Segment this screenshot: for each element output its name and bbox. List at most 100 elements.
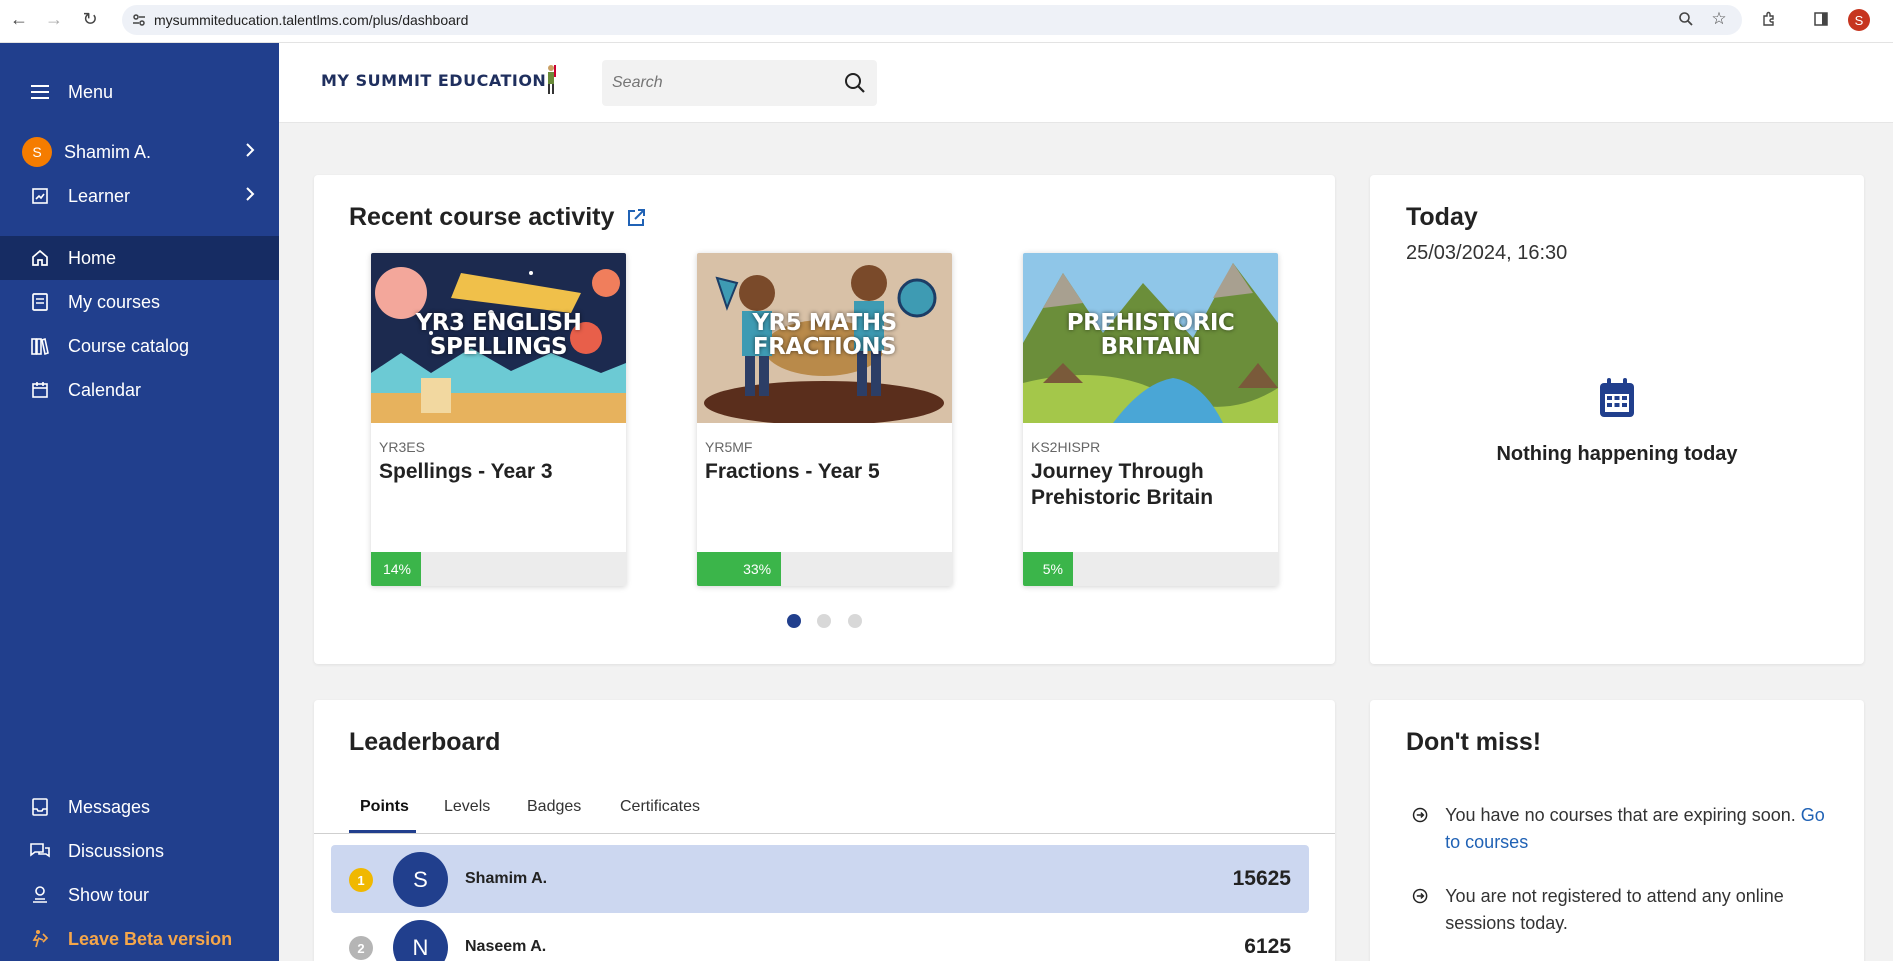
leaderboard-row[interactable]: 1 S Shamim A. 15625 xyxy=(331,845,1309,913)
leaderboard-name: Shamim A. xyxy=(465,870,548,887)
sidebar-item-label: My courses xyxy=(68,291,161,312)
sidebar-item-home[interactable]: Home xyxy=(0,236,279,280)
sidebar-item-course-catalog[interactable]: Course catalog xyxy=(0,324,279,368)
course-card[interactable]: YR5 MATHS FRACTIONS YR5MF Fractions - Ye… xyxy=(697,253,952,586)
sidebar-item-label: Course catalog xyxy=(68,335,190,356)
user-avatar: S xyxy=(22,137,52,167)
course-thumbnail-title: PREHISTORIC BRITAIN xyxy=(1066,310,1235,360)
sidebar-item-label: Leave Beta version xyxy=(68,928,233,949)
role-switcher[interactable]: Learner xyxy=(0,174,279,218)
chevron-right-icon xyxy=(246,143,255,157)
arrow-circle-icon xyxy=(1412,888,1428,904)
today-title: Today xyxy=(1406,203,1478,231)
tab-certificates[interactable]: Certificates xyxy=(620,798,700,816)
carousel-dot[interactable] xyxy=(817,614,831,628)
arrow-circle-icon xyxy=(1412,807,1428,823)
course-thumbnail-title: YR5 MATHS FRACTIONS xyxy=(752,310,897,360)
course-progress-fill: 14% xyxy=(371,552,421,586)
site-settings-icon[interactable] xyxy=(132,13,146,27)
course-code: YR5MF xyxy=(705,439,753,455)
leaderboard-points: 6125 xyxy=(1244,935,1291,958)
course-progress-fill: 5% xyxy=(1023,552,1073,586)
leaderboard-row[interactable]: 2 N Naseem A. 6125 xyxy=(331,913,1309,961)
role-label: Learner xyxy=(68,185,131,206)
library-icon xyxy=(29,335,51,357)
chevron-right-icon xyxy=(246,187,255,201)
menu-label: Menu xyxy=(68,81,114,102)
course-thumbnail-title: YR3 ENGLISH SPELLINGS xyxy=(415,310,582,360)
course-code: YR3ES xyxy=(379,439,425,455)
carousel-dot[interactable] xyxy=(787,614,801,628)
sidebar-item-discussions[interactable]: Discussions xyxy=(0,829,279,873)
book-icon xyxy=(29,291,51,313)
course-progress-bar: 14% xyxy=(371,552,626,586)
dont-miss-text: You are not registered to attend any onl… xyxy=(1445,886,1784,933)
browser-toolbar: ← → ↻ mysummiteducation.talentlms.com/pl… xyxy=(0,0,1893,43)
home-icon xyxy=(29,247,51,269)
top-header: MY SUMMIT EDUCATION xyxy=(279,43,1893,123)
search-box xyxy=(602,60,877,106)
avatar: S xyxy=(393,852,448,907)
course-name[interactable]: Journey Through Prehistoric Britain xyxy=(1031,459,1271,511)
dont-miss-item: You have no courses that are expiring so… xyxy=(1411,802,1831,856)
leaderboard-name: Naseem A. xyxy=(465,938,547,955)
url-text: mysummiteducation.talentlms.com/plus/das… xyxy=(154,12,469,28)
inbox-icon xyxy=(29,796,51,818)
exit-beta-icon xyxy=(29,928,51,950)
sidebar-item-my-courses[interactable]: My courses xyxy=(0,280,279,324)
brand-logo[interactable]: MY SUMMIT EDUCATION xyxy=(321,71,546,90)
tab-points[interactable]: Points xyxy=(360,798,409,816)
user-menu[interactable]: S Shamim A. xyxy=(0,130,279,174)
address-bar[interactable]: mysummiteducation.talentlms.com/plus/das… xyxy=(122,5,1742,35)
tab-badges[interactable]: Badges xyxy=(527,798,581,816)
carousel-dot[interactable] xyxy=(848,614,862,628)
course-progress-fill: 33% xyxy=(697,552,782,586)
tab-levels[interactable]: Levels xyxy=(444,798,490,816)
rank-badge: 2 xyxy=(349,936,373,960)
sidebar-item-label: Discussions xyxy=(68,840,165,861)
external-link-icon[interactable] xyxy=(626,208,646,228)
sidebar-item-label: Home xyxy=(68,247,117,268)
sidebar: Menu S Shamim A. Learner Home My courses… xyxy=(0,43,279,961)
menu-toggle[interactable]: Menu xyxy=(0,70,279,114)
sidebar-item-show-tour[interactable]: Show tour xyxy=(0,873,279,917)
tour-icon xyxy=(29,884,51,906)
sidebar-item-messages[interactable]: Messages xyxy=(0,785,279,829)
chat-icon xyxy=(29,840,51,862)
course-code: KS2HISPR xyxy=(1031,439,1101,455)
today-empty-text: Nothing happening today xyxy=(1496,443,1738,465)
reload-icon[interactable]: ↻ xyxy=(79,8,101,30)
calendar-icon xyxy=(29,379,51,401)
search-icon[interactable] xyxy=(843,71,867,95)
calendar-icon xyxy=(1600,378,1634,417)
active-tab-indicator xyxy=(349,830,416,833)
search-input[interactable] xyxy=(612,70,832,96)
course-name[interactable]: Fractions - Year 5 xyxy=(705,459,945,485)
sidebar-item-calendar[interactable]: Calendar xyxy=(0,368,279,412)
today-datetime: 25/03/2024, 16:30 xyxy=(1406,242,1568,264)
course-progress-bar: 5% xyxy=(1023,552,1278,586)
leaderboard-points: 15625 xyxy=(1232,867,1291,890)
zoom-icon[interactable] xyxy=(1675,8,1697,30)
dont-miss-item: You are not registered to attend any onl… xyxy=(1411,883,1831,937)
forward-icon[interactable]: → xyxy=(43,8,65,30)
sidebar-item-leave-beta[interactable]: Leave Beta version xyxy=(0,917,279,961)
bookmark-star-icon[interactable]: ☆ xyxy=(1708,8,1730,30)
course-card[interactable]: PREHISTORIC BRITAIN KS2HISPR Journey Thr… xyxy=(1023,253,1278,586)
dont-miss-text: You have no courses that are expiring so… xyxy=(1445,805,1796,825)
browser-profile-avatar[interactable]: S xyxy=(1848,9,1870,31)
avatar: N xyxy=(393,920,448,961)
extensions-icon[interactable] xyxy=(1758,8,1780,30)
recent-activity-title: Recent course activity xyxy=(349,203,615,231)
sidebar-item-label: Calendar xyxy=(68,379,142,400)
rank-badge: 1 xyxy=(349,868,373,892)
course-name[interactable]: Spellings - Year 3 xyxy=(379,459,619,485)
back-icon[interactable]: ← xyxy=(8,8,30,30)
course-card[interactable]: YR3 ENGLISH SPELLINGS YR3ES Spellings - … xyxy=(371,253,626,586)
side-panel-icon[interactable] xyxy=(1810,8,1832,30)
hamburger-icon xyxy=(29,81,51,103)
course-progress-bar: 33% xyxy=(697,552,952,586)
course-thumbnail: PREHISTORIC BRITAIN xyxy=(1023,253,1278,423)
learner-icon xyxy=(29,185,51,207)
leaderboard-title: Leaderboard xyxy=(349,728,501,756)
